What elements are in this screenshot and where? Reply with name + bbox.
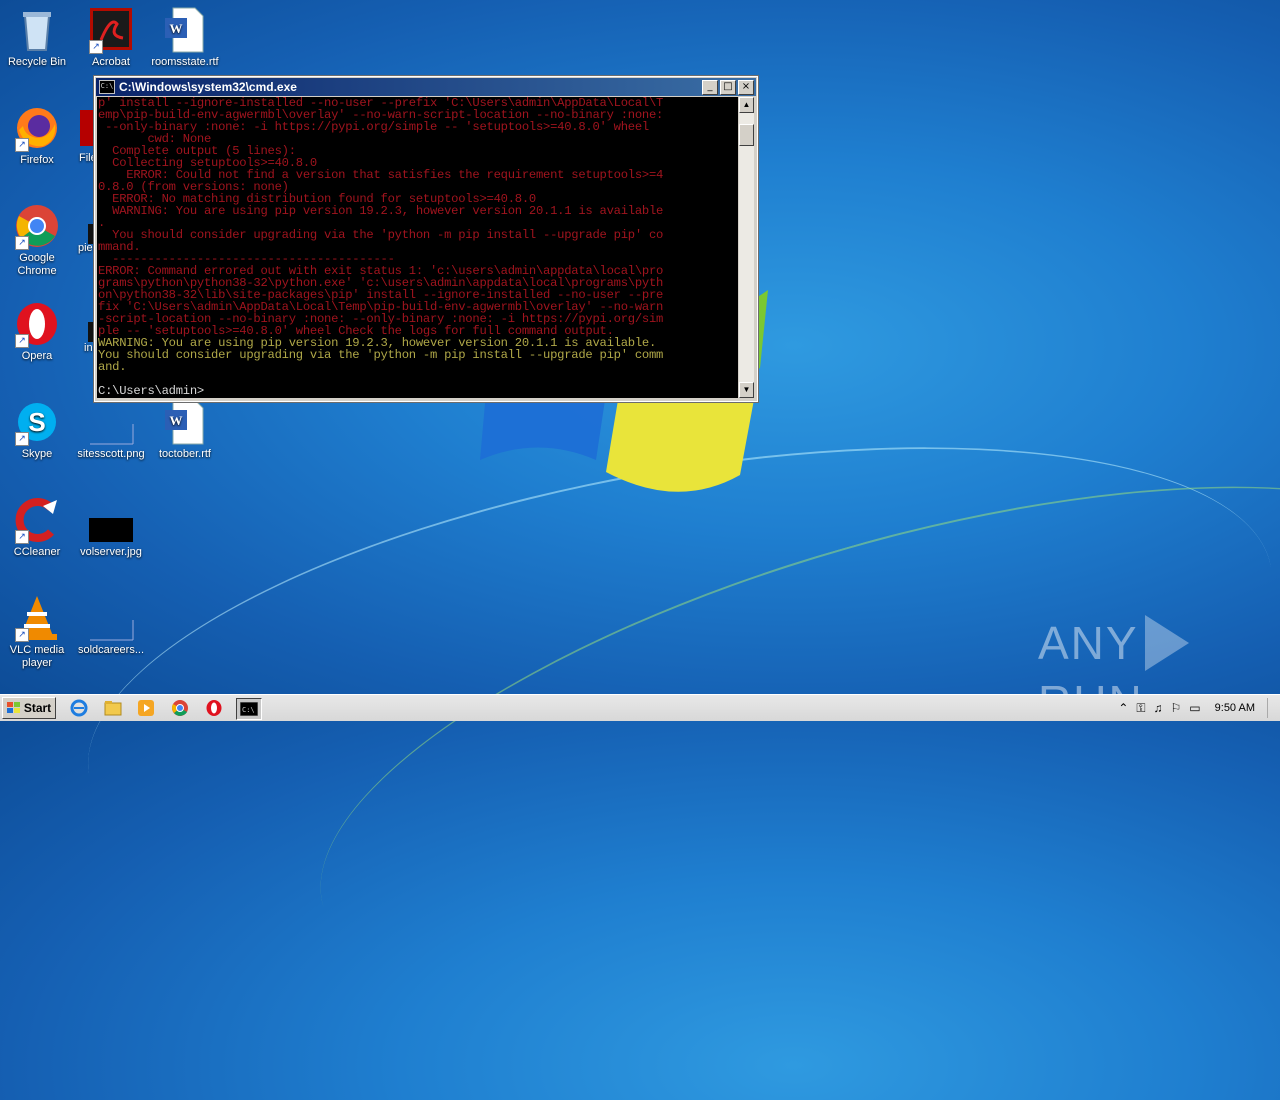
ie-icon[interactable] [68,698,90,718]
console-line: C:\Users\admin> [98,384,204,398]
media-player-icon[interactable] [135,698,157,718]
vlc-icon: ↗ [13,594,61,642]
desktop-icon-label: sitesscott.png [77,448,145,460]
minimize-button[interactable]: _ [702,79,718,95]
opera-icon: ↗ [13,300,61,348]
network-icon[interactable]: ⚿ [1136,701,1145,716]
console-line: You should consider upgrading via the 'p… [98,348,664,362]
word-document-icon: W [161,6,209,54]
desktop-icon-label: VLC media player [9,644,65,669]
desktop-icon-toctober[interactable]: W toctober.rtf [148,398,222,461]
recycle-bin-icon [13,6,61,54]
desktop-icon-vlc[interactable]: ↗ VLC media player [0,594,74,670]
cmd-icon[interactable]: C:\ [236,698,262,720]
cmd-icon: C:\ [99,80,115,94]
start-button[interactable]: Start [2,697,56,719]
console-output[interactable]: p' install --ignore-installed --no-user … [97,97,738,398]
scroll-thumb[interactable] [739,124,754,146]
explorer-icon[interactable] [102,698,124,718]
desktop-icon-roomsstate[interactable]: W roomsstate.rtf [148,6,222,69]
desktop-icon-chrome[interactable]: ↗ Google Chrome [0,202,74,278]
desktop-icon-label: Recycle Bin [7,56,67,68]
action-center-flag-icon[interactable]: ⚐ [1171,701,1182,715]
desktop-icon-acrobat[interactable]: ↗ Acrobat Reader DC [74,6,148,69]
desktop-icon-soldcareers[interactable]: soldcareers... [74,594,148,657]
desktop-icon-label: roomsstate.rtf [151,56,219,68]
watermark-any-text: ANY [1038,616,1139,669]
cmd-window[interactable]: C:\ C:\Windows\system32\cmd.exe _ □ × p'… [93,75,759,403]
filezilla-icon [74,104,94,152]
battery-icon[interactable]: ▭ [1189,701,1200,715]
desktop-icon-label: Skype [21,448,53,460]
desktop-icon-label: volserver.jpg [80,546,142,558]
close-button[interactable]: × [738,79,754,95]
desktop-icon-volserver[interactable]: volserver.jpg [74,496,148,559]
console-text: p' install --ignore-installed --no-user … [97,97,738,397]
desktop-icon-ccleaner[interactable]: ↗ CCleaner [0,496,74,559]
system-tray: ⌃ ⚿ ♫ ⚐ ▭ 9:50 AM [1118,698,1276,718]
desktop-icon-label: FileZilla Client [79,152,94,164]
desktop-icon-opera[interactable]: ↗ Opera [0,300,74,363]
word-document-icon: W [161,398,209,446]
desktop-icon-sitesscott[interactable]: sitesscott.png [74,398,148,461]
skype-icon: S ↗ [13,398,61,446]
svg-text:W: W [170,413,183,428]
clock[interactable]: 9:50 AM [1215,702,1255,714]
desktop-icon-label: Acrobat Reader DC [92,56,130,68]
desktop-icon-label: Firefox [20,154,54,166]
svg-text:S: S [28,407,45,437]
console-line: WARNING: You are using pip version 19.2.… [112,204,664,218]
play-icon [1144,614,1189,671]
desktop-icon-label: toctober.rtf [159,448,211,460]
desktop-icon-recycle-bin[interactable]: Recycle Bin [0,6,74,69]
acrobat-icon: ↗ [87,6,135,54]
image-file-icon [87,398,135,446]
desktop-icon-firefox[interactable]: ↗ Firefox [0,104,74,167]
vertical-scrollbar[interactable]: ▲ ▼ [739,97,754,398]
desktop-icon-filezilla[interactable]: FileZilla Client [74,104,94,165]
cmd-titlebar[interactable]: C:\ C:\Windows\system32\cmd.exe _ □ × [96,78,756,96]
chrome-icon: ↗ [13,202,61,250]
maximize-button[interactable]: □ [720,79,736,95]
desktop-icon-skype[interactable]: S ↗ Skype [0,398,74,461]
show-hidden-icons-icon[interactable]: ⌃ [1118,701,1128,715]
opera-icon[interactable] [203,698,225,718]
console-line: You should consider upgrading via the 'p… [112,228,664,242]
firefox-icon: ↗ [13,104,61,152]
windows-flag-icon [6,702,21,714]
ccleaner-icon: ↗ [13,496,61,544]
start-label: Start [23,701,52,715]
chrome-icon[interactable] [169,698,191,718]
svg-text:W: W [170,21,183,36]
image-file-icon [87,496,135,544]
svg-text:C:\: C:\ [242,706,255,714]
scroll-up-arrow-icon[interactable]: ▲ [739,97,754,113]
console-line: and. [98,360,127,374]
desktop-icon-label: Opera [21,350,53,362]
taskbar: Start C:\ ⌃ ⚿ ♫ ⚐ ▭ 9:50 AM [0,694,1280,721]
desktop-icon-label: soldcareers... [77,644,145,656]
window-title: C:\Windows\system32\cmd.exe [119,80,297,94]
show-desktop-button[interactable] [1267,698,1276,718]
desktop-icon-label: Google Chrome [17,252,57,277]
desktop-icon-label: CCleaner [13,546,61,558]
scroll-down-arrow-icon[interactable]: ▼ [739,382,754,398]
volume-icon[interactable]: ♫ [1154,701,1163,715]
image-file-icon [87,594,135,642]
